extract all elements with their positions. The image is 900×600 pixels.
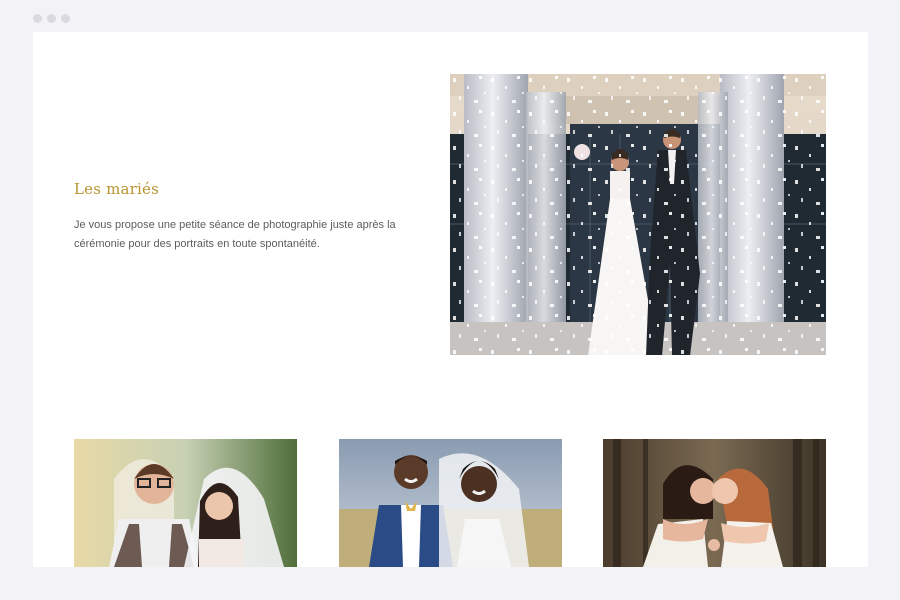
page-content: Les mariés Je vous propose une petite sé… [33, 32, 868, 567]
wedding-exit-photo [450, 74, 826, 355]
couple-field-photo [339, 439, 562, 567]
window-dot-icon [61, 14, 70, 23]
window-dot-icon [47, 14, 56, 23]
couple-portrait-photo [74, 439, 297, 567]
section-title: Les mariés [74, 180, 160, 198]
gallery-photo-1 [74, 439, 297, 567]
section-description: Je vous propose une petite séance de pho… [74, 219, 396, 250]
window-controls [33, 14, 70, 23]
gallery-photo-2 [339, 439, 562, 567]
window-dot-icon [33, 14, 42, 23]
gallery-photo-3 [603, 439, 826, 567]
brides-forest-photo [603, 439, 826, 567]
hero-photo [450, 74, 826, 355]
